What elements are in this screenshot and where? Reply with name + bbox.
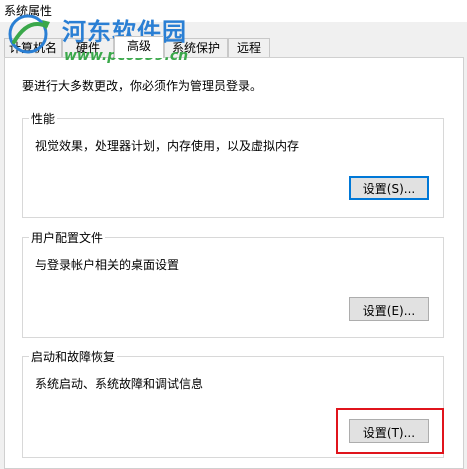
tab-remote[interactable]: 远程: [228, 38, 270, 57]
startup-recovery-title: 启动和故障恢复: [29, 348, 118, 365]
user-profile-settings-button[interactable]: 设置(E)...: [349, 297, 429, 321]
performance-group: 性能 视觉效果，处理器计划，内存使用，以及虚拟内存 设置(S)...: [22, 110, 444, 218]
user-profile-group: 用户配置文件 与登录帐户相关的桌面设置 设置(E)...: [22, 229, 444, 338]
watermark-logo-icon: [8, 14, 50, 54]
user-profile-desc: 与登录帐户相关的桌面设置: [35, 258, 180, 272]
admin-notice: 要进行大多数更改，你必须作为管理员登录。: [22, 79, 263, 93]
performance-title: 性能: [29, 110, 58, 127]
performance-settings-button[interactable]: 设置(S)...: [349, 176, 429, 200]
performance-desc: 视觉效果，处理器计划，内存使用，以及虚拟内存: [35, 139, 300, 153]
user-profile-title: 用户配置文件: [29, 229, 106, 246]
startup-recovery-desc: 系统启动、系统故障和调试信息: [35, 377, 204, 391]
highlight-box: [336, 408, 444, 454]
tab-advanced[interactable]: 高级: [114, 36, 164, 58]
